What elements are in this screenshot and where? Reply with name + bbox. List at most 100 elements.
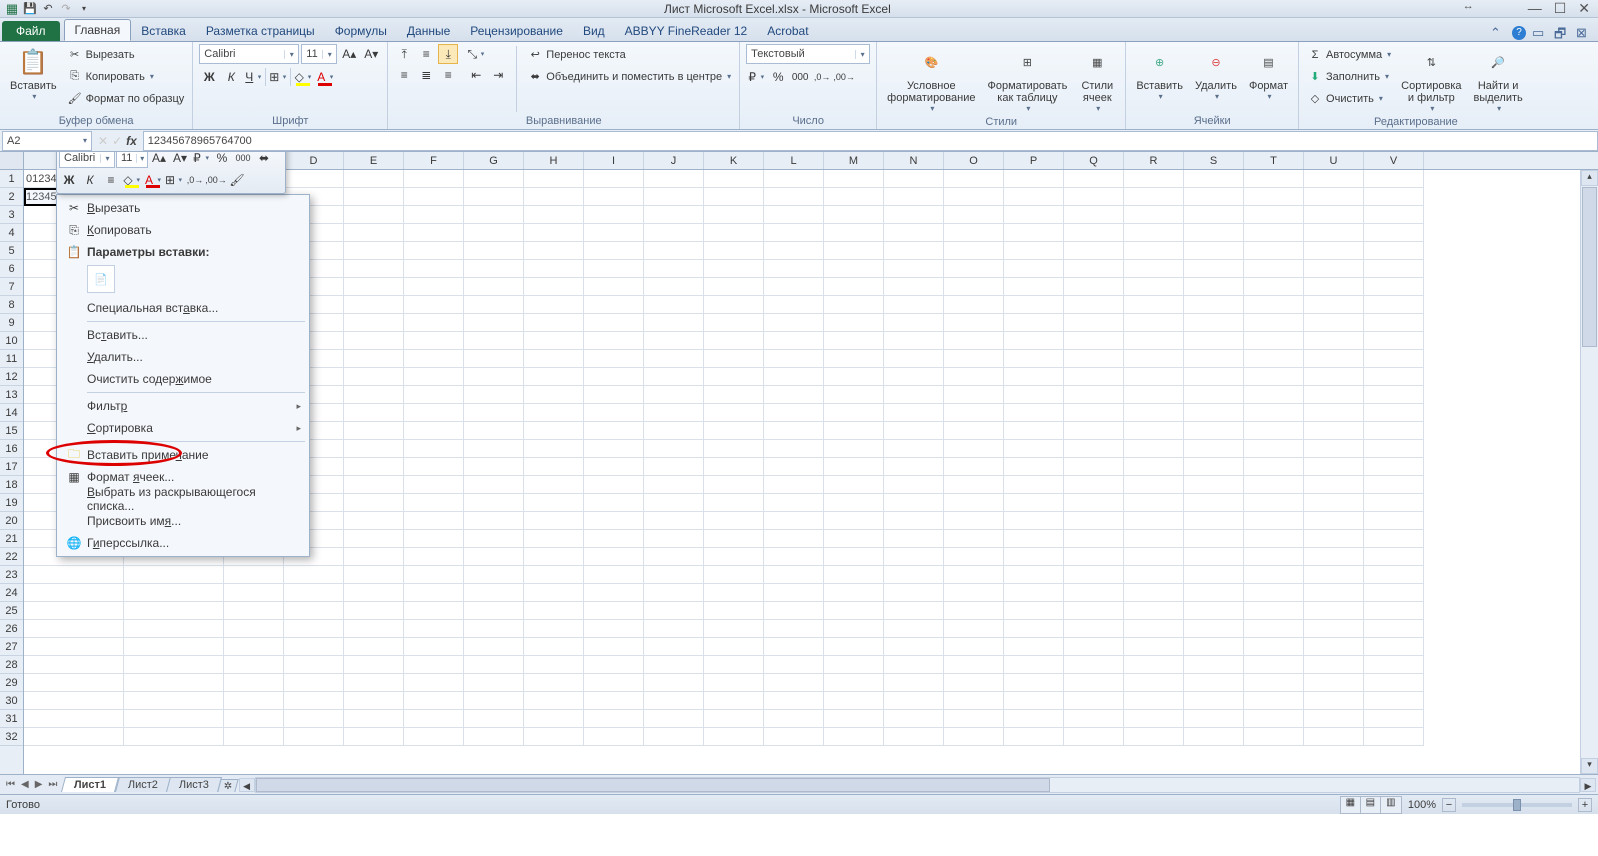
cell-N19[interactable] [884,494,944,512]
cell-T9[interactable] [1244,314,1304,332]
cell-S8[interactable] [1184,296,1244,314]
cell-E15[interactable] [344,422,404,440]
row-header-2[interactable]: 2 [0,188,23,206]
cell-M8[interactable] [824,296,884,314]
mini-fill-color-icon[interactable]: ◇ [122,170,142,190]
cell-P10[interactable] [1004,332,1064,350]
cell-G19[interactable] [464,494,524,512]
cell-S1[interactable] [1184,170,1244,188]
cell-F32[interactable] [404,728,464,746]
cell-K7[interactable] [704,278,764,296]
cell-I30[interactable] [584,692,644,710]
cell-A23[interactable] [24,566,124,584]
cell-J26[interactable] [644,620,704,638]
cell-T30[interactable] [1244,692,1304,710]
cell-M7[interactable] [824,278,884,296]
cell-Q13[interactable] [1064,386,1124,404]
cell-C24[interactable] [224,584,284,602]
row-header-7[interactable]: 7 [0,278,23,296]
cell-S2[interactable] [1184,188,1244,206]
cell-L11[interactable] [764,350,824,368]
cell-J13[interactable] [644,386,704,404]
font-color-icon[interactable]: A [315,67,335,87]
cell-Q11[interactable] [1064,350,1124,368]
cell-N7[interactable] [884,278,944,296]
cell-styles-button[interactable]: ▦Стили ячеек▾ [1075,44,1119,115]
cell-K26[interactable] [704,620,764,638]
cell-N14[interactable] [884,404,944,422]
cell-R3[interactable] [1124,206,1184,224]
col-header-O[interactable]: O [944,152,1004,169]
cell-R27[interactable] [1124,638,1184,656]
cell-Q2[interactable] [1064,188,1124,206]
cell-M1[interactable] [824,170,884,188]
cell-O29[interactable] [944,674,1004,692]
cell-N8[interactable] [884,296,944,314]
vertical-scroll-thumb[interactable] [1582,187,1597,347]
row-header-24[interactable]: 24 [0,584,23,602]
cell-V10[interactable] [1364,332,1424,350]
cell-V4[interactable] [1364,224,1424,242]
cell-Q22[interactable] [1064,548,1124,566]
cell-G26[interactable] [464,620,524,638]
cell-E29[interactable] [344,674,404,692]
cell-H12[interactable] [524,368,584,386]
cell-F26[interactable] [404,620,464,638]
cell-J22[interactable] [644,548,704,566]
col-header-I[interactable]: I [584,152,644,169]
cell-J27[interactable] [644,638,704,656]
cell-L9[interactable] [764,314,824,332]
cell-N6[interactable] [884,260,944,278]
cell-F11[interactable] [404,350,464,368]
cell-V18[interactable] [1364,476,1424,494]
cell-H1[interactable] [524,170,584,188]
ctx-paste-default[interactable]: 📄 [87,265,115,293]
cell-K24[interactable] [704,584,764,602]
cell-R24[interactable] [1124,584,1184,602]
cell-F3[interactable] [404,206,464,224]
cell-P11[interactable] [1004,350,1064,368]
cell-E11[interactable] [344,350,404,368]
row-header-15[interactable]: 15 [0,422,23,440]
cell-H21[interactable] [524,530,584,548]
cell-R32[interactable] [1124,728,1184,746]
cell-D29[interactable] [284,674,344,692]
cell-F28[interactable] [404,656,464,674]
cell-P14[interactable] [1004,404,1064,422]
cell-U21[interactable] [1304,530,1364,548]
cell-K30[interactable] [704,692,764,710]
cell-E25[interactable] [344,602,404,620]
cell-O7[interactable] [944,278,1004,296]
cell-O22[interactable] [944,548,1004,566]
cell-P28[interactable] [1004,656,1064,674]
cell-G4[interactable] [464,224,524,242]
cell-U30[interactable] [1304,692,1364,710]
cell-L13[interactable] [764,386,824,404]
cell-L26[interactable] [764,620,824,638]
row-header-19[interactable]: 19 [0,494,23,512]
cell-H13[interactable] [524,386,584,404]
cell-H30[interactable] [524,692,584,710]
mini-inc-decimal-icon[interactable]: ,0→ [185,170,205,190]
increase-indent-icon[interactable]: ⇥ [488,65,508,85]
cell-R30[interactable] [1124,692,1184,710]
col-header-U[interactable]: U [1304,152,1364,169]
cell-J8[interactable] [644,296,704,314]
cell-J3[interactable] [644,206,704,224]
ctx-insert-comment[interactable]: 🗀Вставить примечание [57,444,309,466]
cell-V7[interactable] [1364,278,1424,296]
cell-U6[interactable] [1304,260,1364,278]
cell-I11[interactable] [584,350,644,368]
minimize-ribbon-icon[interactable]: ⌃ [1490,25,1506,41]
cell-M2[interactable] [824,188,884,206]
cell-C32[interactable] [224,728,284,746]
cell-L22[interactable] [764,548,824,566]
cell-G16[interactable] [464,440,524,458]
cell-G5[interactable] [464,242,524,260]
cell-J19[interactable] [644,494,704,512]
insert-function-icon[interactable]: fx [126,134,137,148]
cell-N17[interactable] [884,458,944,476]
cell-E2[interactable] [344,188,404,206]
cell-H31[interactable] [524,710,584,728]
cell-I12[interactable] [584,368,644,386]
